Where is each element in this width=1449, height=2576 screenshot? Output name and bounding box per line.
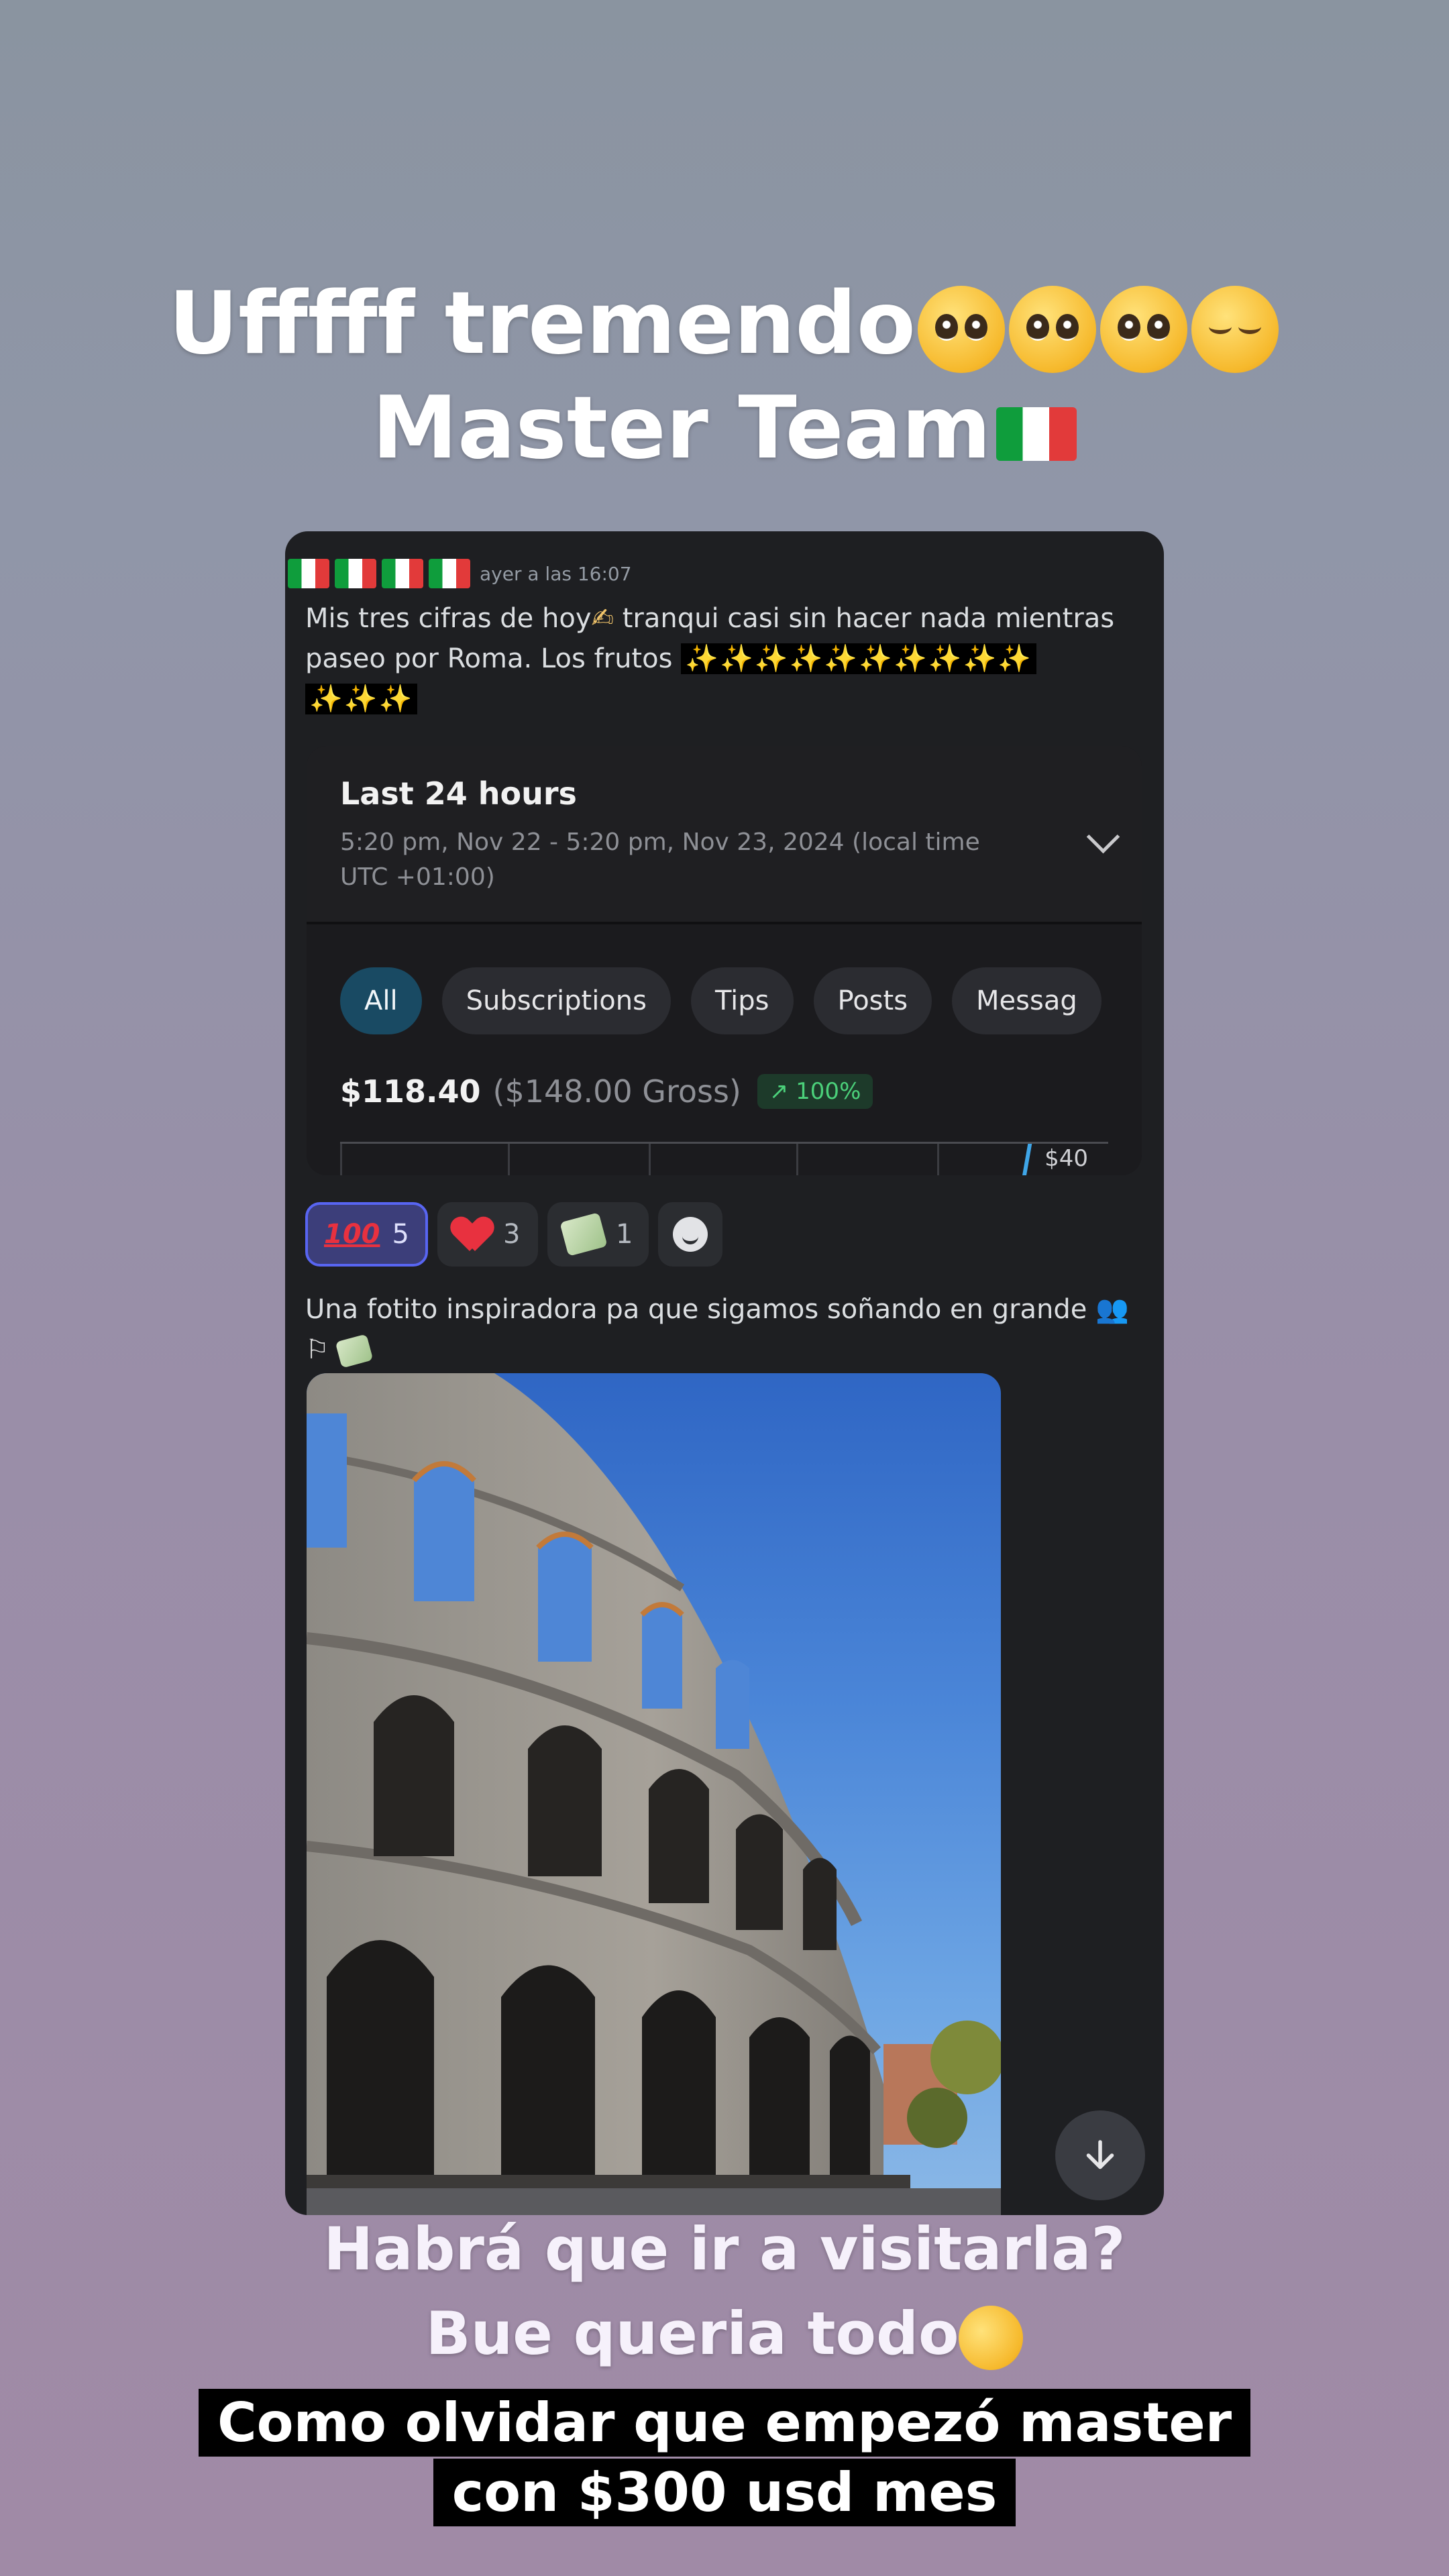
- italy-flag-icon: [382, 559, 423, 588]
- smiley-icon: [673, 1217, 708, 1252]
- mid-caption-line1: Habrá que ir a visitarla?: [323, 2214, 1126, 2284]
- hundred-points-icon: 100: [324, 1219, 380, 1250]
- message-text-part: Una fotito inspiradora pa que sigamos so…: [305, 1294, 1087, 1325]
- chart-gridline: [340, 1144, 342, 1175]
- chart-bar: [1020, 1144, 1032, 1175]
- tab-tips[interactable]: Tips: [690, 967, 794, 1034]
- net-earnings: $118.40: [340, 1073, 481, 1110]
- reaction-count: 3: [502, 1219, 521, 1250]
- reaction-count: 5: [392, 1219, 409, 1250]
- message-timestamp: ayer a las 16:07: [480, 562, 632, 585]
- rofl-face-icon: [949, 2296, 1032, 2379]
- italy-flag-icon: [429, 559, 470, 588]
- top-caption-line1: Ufffff tremendo: [168, 274, 916, 374]
- tab-all[interactable]: All: [340, 967, 422, 1034]
- y-axis-tick: $40: [1044, 1145, 1088, 1172]
- chart-gridline: [649, 1144, 651, 1175]
- bottom-caption-line1: Como olvidar que empezó master: [198, 2389, 1251, 2457]
- story-top-caption: Ufffff tremendo Master Team: [0, 272, 1449, 481]
- busts-icon: 👥: [1095, 1294, 1129, 1325]
- message-text: Mis tres cifras de hoy✍ tranqui casi sin…: [305, 598, 1144, 719]
- sparkles-row: ✨✨✨✨✨✨✨✨✨✨: [681, 643, 1037, 674]
- period-title: Last 24 hours: [340, 775, 577, 812]
- pleading-face-icon: [1099, 285, 1187, 373]
- gross-earnings: ($148.00 Gross): [492, 1073, 741, 1110]
- chart-gridline: [796, 1144, 798, 1175]
- sparkles-row: ✨✨✨: [305, 684, 418, 714]
- story-bottom-caption: Como olvidar que empezó master con $300 …: [0, 2388, 1449, 2528]
- chart-gridline: [937, 1144, 939, 1175]
- reaction-heart[interactable]: 3: [437, 1202, 538, 1267]
- reaction-count: 1: [615, 1219, 633, 1250]
- period-selector[interactable]: Last 24 hours 5:20 pm, Nov 22 - 5:20 pm,…: [307, 746, 1142, 924]
- earnings-tabs: All Subscriptions Tips Posts Messag: [340, 967, 1102, 1034]
- message-text-2: Una fotito inspiradora pa que sigamos so…: [305, 1289, 1144, 1370]
- change-badge: ↗ 100%: [757, 1074, 873, 1109]
- earnings-summary: $118.40 ($148.00 Gross) ↗ 100%: [340, 1073, 873, 1110]
- italy-flag-icon: [335, 559, 376, 588]
- flags-icon: ⚐: [305, 1334, 329, 1365]
- tab-messages[interactable]: Messag: [952, 967, 1102, 1034]
- message-text-part: Mis tres cifras de hoy: [305, 603, 592, 634]
- colosseum-image: [307, 1373, 1001, 2215]
- earnings-chart: $40: [340, 1142, 1108, 1175]
- chevron-down-icon[interactable]: [1086, 820, 1120, 854]
- arrow-down-icon: [1086, 2140, 1114, 2169]
- italy-flag-icon: [996, 407, 1077, 461]
- jump-to-bottom-button[interactable]: [1055, 2110, 1145, 2200]
- writing-hand-icon: ✍: [591, 603, 614, 634]
- story-mid-caption: Habrá que ir a visitarla? Bue queria tod…: [0, 2207, 1449, 2379]
- mid-caption-line2: Bue queria todo: [425, 2299, 959, 2368]
- reaction-hundred[interactable]: 100 5: [305, 1202, 428, 1267]
- reactions-row: 100 5 3 1: [305, 1202, 723, 1267]
- message-author-row: ayer a las 16:07: [285, 557, 632, 590]
- chart-gridline: [508, 1144, 510, 1175]
- reaction-money[interactable]: 1: [547, 1202, 649, 1267]
- pleading-face-icon: [917, 285, 1005, 373]
- tab-subscriptions[interactable]: Subscriptions: [441, 967, 671, 1034]
- earnings-screenshot: Last 24 hours 5:20 pm, Nov 22 - 5:20 pm,…: [307, 746, 1142, 1175]
- colosseum-photo[interactable]: [307, 1373, 1001, 2215]
- italy-flag-icon: [288, 559, 329, 588]
- pleading-face-icon: [1008, 285, 1096, 373]
- period-range: 5:20 pm, Nov 22 - 5:20 pm, Nov 23, 2024 …: [340, 828, 980, 891]
- add-reaction-button[interactable]: [658, 1202, 723, 1267]
- red-heart-icon: [453, 1218, 491, 1251]
- money-wings-icon: [559, 1212, 608, 1256]
- discord-screenshot: ayer a las 16:07 Mis tres cifras de hoy✍…: [285, 531, 1164, 2215]
- money-wings-icon: [335, 1334, 373, 1368]
- relieved-face-icon: [1191, 285, 1279, 373]
- top-caption-line2: Master Team: [372, 378, 991, 478]
- bottom-caption-line2: con $300 usd mes: [433, 2459, 1016, 2526]
- tab-posts[interactable]: Posts: [813, 967, 932, 1034]
